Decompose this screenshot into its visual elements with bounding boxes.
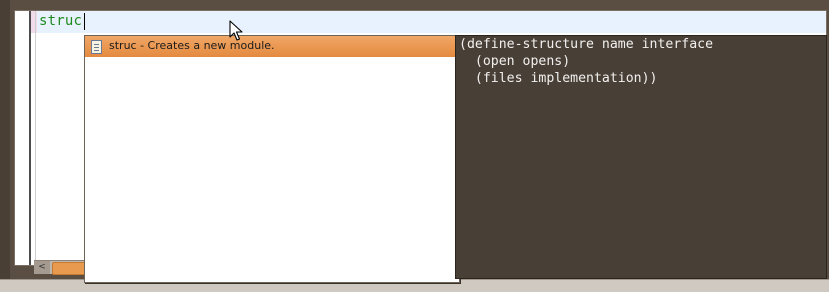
completion-item[interactable]: struc - Creates a new module. bbox=[85, 36, 459, 57]
line-gutter bbox=[15, 11, 31, 265]
scrollbar-thumb[interactable] bbox=[52, 262, 88, 275]
text-caret bbox=[84, 13, 85, 30]
typed-text: struc bbox=[39, 13, 83, 29]
line-marker bbox=[31, 11, 37, 33]
completion-item-label: struc - Creates a new module. bbox=[109, 39, 275, 52]
completion-popup[interactable]: struc - Creates a new module. bbox=[84, 35, 460, 283]
mouse-pointer-icon bbox=[229, 20, 243, 41]
margin-line bbox=[35, 11, 36, 265]
documentation-popup: (define-structure name interface (open o… bbox=[455, 35, 827, 279]
frame-left-strip bbox=[0, 0, 10, 291]
current-line-highlight bbox=[31, 11, 826, 33]
doc-code: (define-structure name interface (open o… bbox=[459, 37, 714, 86]
document-icon bbox=[91, 40, 102, 54]
scroll-left-arrow-icon[interactable]: < bbox=[34, 261, 50, 274]
